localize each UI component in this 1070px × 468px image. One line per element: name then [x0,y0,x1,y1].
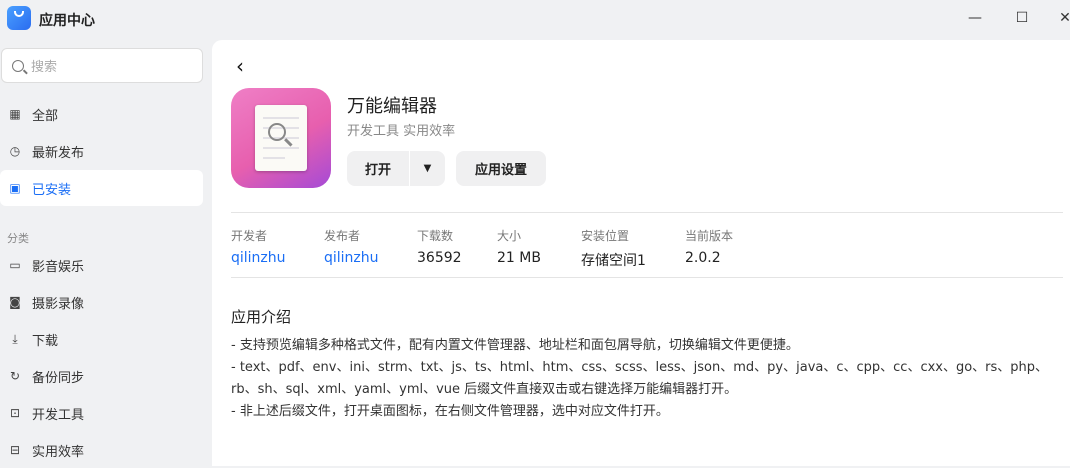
sidebar-item-label: 备份同步 [32,370,85,386]
publisher-link[interactable]: qilinzhu [324,250,379,266]
open-dropdown-chevron-icon[interactable]: ▼ [410,163,445,174]
camera-icon: ◙ [9,295,21,309]
sidebar-item-devtools[interactable]: ⊡ 开发工具 [0,395,203,431]
briefcase-icon: ⊟ [9,443,21,457]
sidebar-item-label: 最新发布 [32,145,85,161]
app-name: 万能编辑器 [347,96,437,117]
sidebar-item-download[interactable]: ⤓ 下载 [0,321,203,357]
title-bar: 应用中心 — ☐ ✕ [0,0,1070,38]
intro-description: - 支持预览编辑多种格式文件，配有内置文件管理器、地址栏和面包屑导航，切换编辑文… [231,338,1049,419]
sync-icon: ↻ [9,369,21,383]
sidebar-item-label: 实用效率 [32,444,85,460]
search-placeholder: 搜索 [31,60,58,75]
back-button[interactable]: ‹ [236,54,244,78]
app-detail-panel: ‹ 万能编辑器 开发工具 实用效率 打开 ▼ 应用设置 开发者 qilinzhu … [212,40,1070,466]
sidebar-item-label: 下载 [32,333,59,349]
sidebar-item-installed[interactable]: ▣ 已安装 [0,170,203,206]
divider [231,212,1063,213]
app-tags: 开发工具 实用效率 [347,124,456,139]
app-settings-button[interactable]: 应用设置 [456,151,546,186]
meta-version: 当前版本 2.0.2 [685,229,734,266]
download-icon: ⤓ [12,331,18,346]
sidebar-item-label: 已安装 [32,182,72,198]
minimize-button[interactable]: — [955,4,995,32]
meta-downloads: 下载数 36592 [417,229,462,266]
sidebar-item-latest[interactable]: ◷ 最新发布 [0,133,203,169]
installed-icon: ▣ [9,181,21,195]
sidebar-item-productivity[interactable]: ⊟ 实用效率 [0,432,203,468]
sidebar-item-sync[interactable]: ↻ 备份同步 [0,358,203,394]
sidebar-item-video[interactable]: ▭ 影音娱乐 [0,247,203,283]
category-heading: 分类 [7,232,29,245]
intro-heading: 应用介绍 [231,308,292,326]
magnifier-icon [268,123,286,141]
meta-publisher: 发布者 qilinzhu [324,229,379,266]
search-icon [12,59,24,72]
video-icon: ▭ [9,258,21,272]
app-icon [231,88,331,188]
developer-link[interactable]: qilinzhu [231,250,286,266]
sidebar-item-label: 摄影录像 [32,296,85,312]
sidebar-item-label: 影音娱乐 [32,259,85,275]
meta-location: 安装位置 存储空间1 [581,229,646,269]
sidebar-item-label: 开发工具 [32,407,85,423]
search-input[interactable]: 搜索 [1,48,203,83]
grid-icon: ▦ [9,107,21,121]
divider [231,277,1063,278]
close-button[interactable]: ✕ [1045,4,1070,32]
meta-size: 大小 21 MB [497,229,541,266]
sidebar-item-label: 全部 [32,108,59,124]
window-title: 应用中心 [39,13,95,29]
maximize-button[interactable]: ☐ [1002,4,1042,32]
meta-developer: 开发者 qilinzhu [231,229,286,266]
code-icon: ⊡ [9,406,21,420]
open-button-group: 打开 ▼ [347,151,445,186]
app-store-logo [7,6,31,30]
sidebar-item-all[interactable]: ▦ 全部 [0,96,203,132]
sidebar-item-camera[interactable]: ◙ 摄影录像 [0,284,203,320]
open-button[interactable]: 打开 [347,159,409,178]
clock-icon: ◷ [9,144,21,158]
